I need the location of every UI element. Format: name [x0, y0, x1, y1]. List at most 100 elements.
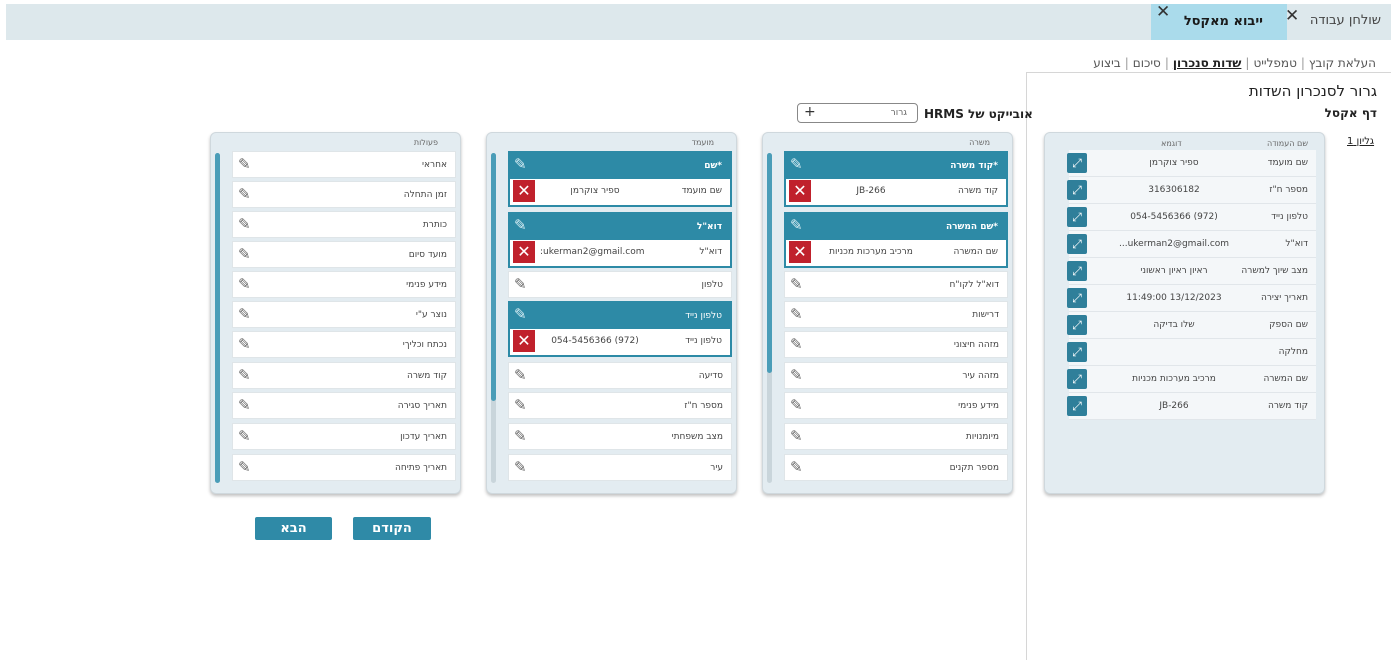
drag-expand-icon[interactable]: ⤢ [1067, 261, 1087, 281]
pencil-icon[interactable]: ✎ [514, 427, 527, 445]
field-row[interactable]: ✎ אחראי [232, 151, 456, 178]
pencil-icon[interactable]: ✎ [238, 245, 251, 263]
tab-workspace[interactable]: שולחן עבודה [1310, 13, 1381, 28]
field-row[interactable]: ✎ מזהה עיר [784, 362, 1008, 389]
drag-expand-icon[interactable]: ⤢ [1067, 396, 1087, 416]
scrollbar[interactable] [215, 153, 220, 483]
field-row[interactable]: ✎ מספר תקנים [784, 454, 1008, 481]
excel-row[interactable]: ⤢ מרכיב מערכות מכניות שם המשרה [1067, 366, 1316, 393]
field-row[interactable]: ✎ מועד סיום [232, 241, 456, 268]
field-row[interactable]: ✎ קוד משרה [232, 362, 456, 389]
hrms-object-select[interactable]: + גרור [797, 103, 918, 123]
drag-expand-icon[interactable]: ⤢ [1067, 207, 1087, 227]
field-row[interactable]: ✎ תאריך פתיחה [232, 454, 456, 481]
drag-expand-icon[interactable]: ⤢ [1067, 180, 1087, 200]
pencil-icon[interactable]: ✎ [238, 155, 251, 173]
pencil-icon[interactable]: ✎ [238, 275, 251, 293]
pencil-icon[interactable]: ✎ [790, 396, 803, 414]
field-row[interactable]: ✎ סדיעה [508, 362, 732, 389]
field-row[interactable]: ✎ נוצר ע"י [232, 301, 456, 328]
pencil-icon[interactable]: ✎ [238, 215, 251, 233]
scrollbar[interactable] [767, 153, 772, 483]
pencil-icon[interactable]: ✎ [238, 396, 251, 414]
sheet-link[interactable]: גליון 1 [1347, 136, 1374, 147]
step-template[interactable]: טמפלייט [1250, 56, 1299, 70]
pencil-icon[interactable]: ✎ [238, 335, 251, 353]
mapped-field[interactable]: ✎ טלפון נייד ✕ 054-5456366 (972) טלפון נייד [508, 301, 732, 357]
field-row[interactable]: ✎ מצב משפחתי [508, 423, 732, 450]
field-row[interactable]: ✎ מזהה חיצוני [784, 331, 1008, 358]
drag-expand-icon[interactable]: ⤢ [1067, 153, 1087, 173]
panel-divider [1026, 72, 1027, 660]
mapped-field[interactable]: ✎ *שם ✕ ספיר צוקרמן שם מועמד [508, 151, 732, 207]
field-row[interactable]: ✎ נכתח וכליךי [232, 331, 456, 358]
pencil-icon[interactable]: ✎ [790, 305, 803, 323]
close-tab-icon[interactable]: ✕ [1285, 6, 1299, 26]
pencil-icon[interactable]: ✎ [514, 458, 527, 476]
pencil-icon[interactable]: ✎ [238, 305, 251, 323]
excel-row[interactable]: ⤢ ראיון ראיון ראשוני מצב שיוך למשרה [1067, 258, 1316, 285]
plus-icon[interactable]: + [804, 104, 816, 120]
tab-import-excel-label: ייבוא מאקסל [1183, 14, 1263, 29]
drag-expand-icon[interactable]: ⤢ [1067, 369, 1087, 389]
pencil-icon[interactable]: ✎ [790, 335, 803, 353]
pencil-icon[interactable]: ✎ [514, 155, 527, 173]
mapped-field[interactable]: ✎ דוא"ל ✕:ukerman2@gmail.com דוא"ל [508, 212, 732, 268]
field-row[interactable]: ✎ מיומנויות [784, 423, 1008, 450]
step-summary[interactable]: סיכום [1130, 56, 1164, 70]
drag-expand-icon[interactable]: ⤢ [1067, 234, 1087, 254]
drag-expand-icon[interactable]: ⤢ [1067, 315, 1087, 335]
excel-row[interactable]: ⤢ JB-266 קוד משרה [1067, 393, 1316, 420]
field-row[interactable]: ✎ דרישות [784, 301, 1008, 328]
field-row[interactable]: ✎ תאריך סגירה [232, 392, 456, 419]
pencil-icon[interactable]: ✎ [790, 275, 803, 293]
pencil-icon[interactable]: ✎ [790, 427, 803, 445]
excel-row[interactable]: ⤢ 11:49:00 13/12/2023 תאריך יצירה [1067, 285, 1316, 312]
mapped-field[interactable]: ✎ *קוד משרה ✕ JB-266 קוד משרה [784, 151, 1008, 207]
remove-mapping-icon[interactable]: ✕ [789, 180, 811, 202]
field-row[interactable]: ✎ דוא"ל לקו"ח [784, 271, 1008, 298]
pencil-icon[interactable]: ✎ [790, 155, 803, 173]
step-sync-fields[interactable]: שדות סנכרון [1170, 56, 1245, 70]
remove-mapping-icon[interactable]: ✕ [513, 330, 535, 352]
excel-row[interactable]: ⤢ 316306182 מספר ח"ז [1067, 177, 1316, 204]
field-row[interactable]: ✎ תאריך עדכון [232, 423, 456, 450]
mapped-field[interactable]: ✎ *שם המשרה ✕ מרכיב מערכות מכניות שם המשרה [784, 212, 1008, 268]
field-row[interactable]: ✎ מידע פנימי [784, 392, 1008, 419]
drag-expand-icon[interactable]: ⤢ [1067, 288, 1087, 308]
pencil-icon[interactable]: ✎ [514, 275, 527, 293]
pencil-icon[interactable]: ✎ [238, 185, 251, 203]
tab-import-excel[interactable]: ✕ ייבוא מאקסל [1151, 2, 1287, 40]
pencil-icon[interactable]: ✎ [514, 216, 527, 234]
pencil-icon[interactable]: ✎ [514, 305, 527, 323]
remove-mapping-icon[interactable]: ✕ [789, 241, 811, 263]
next-button[interactable]: הבא [255, 517, 332, 540]
pencil-icon[interactable]: ✎ [790, 216, 803, 234]
field-row[interactable]: ✎ עיר [508, 454, 732, 481]
excel-row[interactable]: ⤢ ספיר צוקרמן שם מועמד [1067, 150, 1316, 177]
pencil-icon[interactable]: ✎ [238, 458, 251, 476]
field-row[interactable]: ✎ טלפון [508, 271, 732, 298]
excel-row[interactable]: ⤢ ...ukerman2@gmail.com דוא"ל [1067, 231, 1316, 258]
excel-row[interactable]: ⤢ 054-5456366 (972) טלפון נייד [1067, 204, 1316, 231]
field-row[interactable]: ✎ זמן התחלה [232, 181, 456, 208]
step-execute[interactable]: ביצוע [1090, 56, 1124, 70]
prev-button[interactable]: הקודם [353, 517, 431, 540]
drag-expand-icon[interactable]: ⤢ [1067, 342, 1087, 362]
excel-row[interactable]: ⤢ מחלקה [1067, 339, 1316, 366]
pencil-icon[interactable]: ✎ [238, 366, 251, 384]
close-tab-icon[interactable]: ✕ [1156, 2, 1170, 22]
excel-row[interactable]: ⤢ שלו בדיקה שם הספק [1067, 312, 1316, 339]
step-upload-file[interactable]: העלאת קובץ [1306, 56, 1379, 70]
pencil-icon[interactable]: ✎ [790, 458, 803, 476]
remove-mapping-icon[interactable]: ✕ [513, 180, 535, 202]
field-row[interactable]: ✎ מספר ח"ז [508, 392, 732, 419]
scrollbar[interactable] [491, 153, 496, 483]
pencil-icon[interactable]: ✎ [514, 366, 527, 384]
remove-mapping-icon[interactable]: ✕ [513, 241, 535, 263]
pencil-icon[interactable]: ✎ [790, 366, 803, 384]
pencil-icon[interactable]: ✎ [514, 396, 527, 414]
pencil-icon[interactable]: ✎ [238, 427, 251, 445]
field-row[interactable]: ✎ כותרת [232, 211, 456, 238]
field-row[interactable]: ✎ מידע פנימי [232, 271, 456, 298]
